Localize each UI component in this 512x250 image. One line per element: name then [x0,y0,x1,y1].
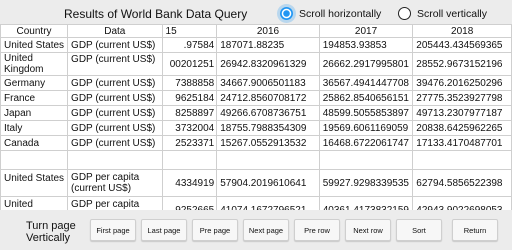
table-cell: France [0,90,69,106]
column-header: Data [67,24,163,38]
return-button[interactable]: Return [452,219,498,241]
pre-page-button[interactable]: Pre page [192,219,238,241]
table-cell: 7388858 [161,75,218,91]
table-cell: 17133.4170487701 [412,135,512,151]
table-cell: 4334919 [161,169,218,197]
footer-toolbar: Turn page Vertically First page Last pag… [0,210,512,250]
table-cell: United States [0,169,69,197]
table-cell: 48599.5055853897 [318,105,414,121]
table-row[interactable]: United Kingdom GDP per capita (current U… [0,196,512,210]
table-cell: 40361.4173832159 [318,196,414,210]
next-page-button[interactable]: Next page [243,219,289,241]
radio-unchecked-icon [398,7,411,20]
table-cell: 16468.6722061747 [318,135,414,151]
table-cell: GDP (current US$) [67,37,163,53]
table-cell: 194853.93853 [318,37,414,53]
table-cell [216,150,320,170]
table-row[interactable]: Japan GDP (current US$) 8258897 49266.67… [0,105,512,121]
sort-button[interactable]: Sort [396,219,442,241]
page-title: Results of World Bank Data Query [64,7,248,21]
table-cell: 57904.2019610641 [216,169,320,197]
table-cell: 3732004 [161,120,218,136]
table-cell: 42943.9022698053 [412,196,512,210]
table-cell: 24712.8560708172 [216,90,320,106]
table-cell: United States [0,37,69,53]
table-row[interactable]: France GDP (current US$) 9625184 24712.8… [0,90,512,106]
table-cell: 187071.88235 [216,37,320,53]
table-cell: 19569.6061169059 [318,120,414,136]
table-cell: GDP (current US$) [67,120,163,136]
table-cell: United Kingdom [0,196,69,210]
table-cell: GDP per capita (current US$) [67,169,163,197]
table-cell: 59927.9298339535 [318,169,414,197]
table-cell: 41074.1672796521 [216,196,320,210]
table-cell: 15267.0552913532 [216,135,320,151]
results-table: Country Data 15 2016 2017 2018 United St… [0,24,512,210]
column-header: 2017 [318,24,414,38]
column-header: 15 [161,24,218,38]
table-cell [67,150,163,170]
turn-page-label: Turn page Vertically [26,220,76,244]
column-header: Country [0,24,69,38]
table-cell: Canada [0,135,69,151]
table-cell: 26662.2917995801 [318,52,414,76]
scroll-horizontal-label: Scroll horizontally [299,7,382,20]
table-cell: 25862.8540656151 [318,90,414,106]
table-cell: 26942.8320961329 [216,52,320,76]
table-cell: GDP per capita (current US$) [67,196,163,210]
last-page-button[interactable]: Last page [141,219,187,241]
table-row[interactable]: United States GDP per capita (current US… [0,169,512,197]
table-cell [0,150,69,170]
table-cell [412,150,512,170]
table-cell: 62794.5856522398 [412,169,512,197]
turn-page-line1: Turn page [26,220,76,232]
radio-checked-icon [280,7,293,20]
table-cell: 9625184 [161,90,218,106]
scroll-horizontal-radio[interactable]: Scroll horizontally [280,7,381,20]
table-cell: United Kingdom [0,52,69,76]
table-cell: 39476.2016250296 [412,75,512,91]
table-cell: Germany [0,75,69,91]
table-cell: 49266.6708736751 [216,105,320,121]
table-cell: 36567.4941447708 [318,75,414,91]
table-row[interactable]: United States GDP (current US$) .97584 1… [0,37,512,53]
table-cell: 28552.9673152196 [412,52,512,76]
table-row[interactable]: United Kingdom GDP (current US$) 0020125… [0,52,512,76]
table-cell: GDP (current US$) [67,135,163,151]
scroll-vertical-radio[interactable]: Scroll vertically [398,7,487,20]
table-cell: GDP (current US$) [67,90,163,106]
column-header: 2016 [216,24,320,38]
table-cell: 27775.3523927798 [412,90,512,106]
turn-page-line2: Vertically [26,232,71,244]
table-cell: 9252665 [161,196,218,210]
table-cell [318,150,414,170]
header-bar: Results of World Bank Data Query Scroll … [0,0,512,24]
table-row[interactable]: Germany GDP (current US$) 7388858 34667.… [0,75,512,91]
scroll-vertical-label: Scroll vertically [417,7,488,20]
table-header-row: Country Data 15 2016 2017 2018 [0,24,512,38]
table-cell: Japan [0,105,69,121]
table-cell: 00201251 [161,52,218,76]
table-row[interactable]: Canada GDP (current US$) 2523371 15267.0… [0,135,512,151]
table-cell: 49713.2307977187 [412,105,512,121]
table-cell: 2523371 [161,135,218,151]
table-cell: 20838.6425962265 [412,120,512,136]
table-cell: 205443.434569365 [412,37,512,53]
table-cell: GDP (current US$) [67,105,163,121]
table-cell [161,150,218,170]
table-row[interactable]: Italy GDP (current US$) 3732004 18755.79… [0,120,512,136]
table-cell: GDP (current US$) [67,75,163,91]
table-cell: Italy [0,120,69,136]
results-table-container[interactable]: Country Data 15 2016 2017 2018 United St… [0,24,512,210]
next-row-button[interactable]: Next row [345,219,391,241]
first-page-button[interactable]: First page [90,219,136,241]
table-cell: 8258897 [161,105,218,121]
table-cell: 34667.9006501183 [216,75,320,91]
pre-row-button[interactable]: Pre row [294,219,340,241]
table-row-empty [0,150,512,170]
table-cell: .97584 [161,37,218,53]
table-cell: GDP (current US$) [67,52,163,76]
column-header: 2018 [412,24,512,38]
table-cell: 18755.7988354309 [216,120,320,136]
